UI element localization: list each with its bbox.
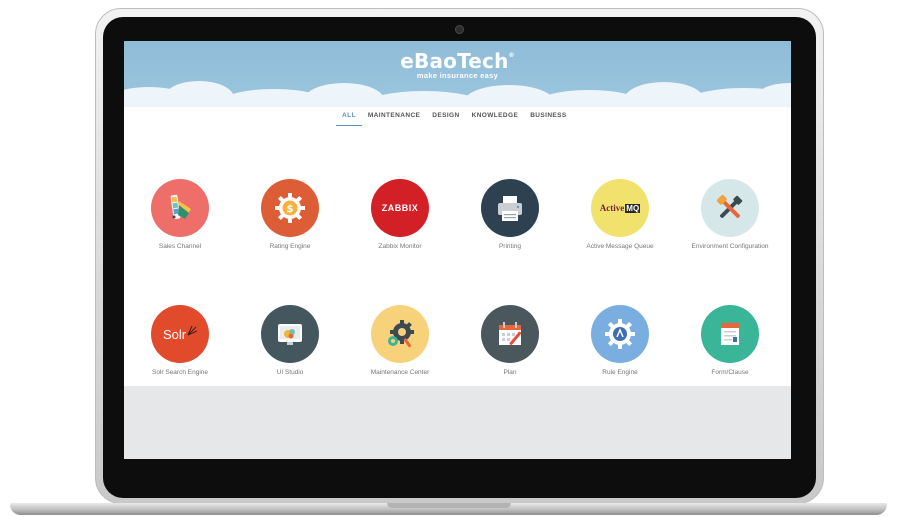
gears-icon bbox=[371, 305, 429, 363]
brand-logo[interactable]: eBaoTech® bbox=[124, 49, 791, 73]
solr-logo: Solr bbox=[151, 305, 209, 363]
app-printing[interactable]: Printing bbox=[460, 179, 560, 250]
app-label: Rating Engine bbox=[269, 243, 311, 250]
tab-knowledge[interactable]: KNOWLEDGE bbox=[466, 112, 525, 126]
app-label: Rule Engine bbox=[602, 369, 638, 376]
app-active-message-queue[interactable]: Active MQ Active Message Queue bbox=[570, 179, 670, 250]
printer-icon bbox=[481, 179, 539, 237]
app-label: Maintenance Center bbox=[370, 369, 430, 376]
document-icon bbox=[701, 305, 759, 363]
svg-text:$: $ bbox=[287, 204, 294, 215]
category-tabs: ALL MAINTENANCE DESIGN KNOWLEDGE BUSINES… bbox=[336, 112, 573, 128]
app-label: Active Message Queue bbox=[586, 243, 654, 250]
header-banner: eBaoTech® make insurance easy bbox=[124, 41, 791, 107]
app-zabbix-monitor[interactable]: ZABBIX Zabbix Monitor bbox=[350, 179, 450, 250]
camera-icon bbox=[455, 25, 464, 34]
brand-tagline: make insurance easy bbox=[416, 71, 499, 80]
app-label: UI Studio bbox=[276, 369, 304, 376]
zabbix-logo: ZABBIX bbox=[371, 179, 429, 237]
app-form-clause[interactable]: Form/Clause bbox=[680, 305, 780, 376]
app-label: Form/Clause bbox=[711, 369, 749, 376]
app-rating-engine[interactable]: $ Rating Engine bbox=[240, 179, 340, 250]
laptop-screen: eBaoTech® make insurance easy ALL MAINTE… bbox=[124, 41, 791, 459]
monitor-icon bbox=[261, 305, 319, 363]
app-ui-studio[interactable]: UI Studio bbox=[240, 305, 340, 376]
app-label: Printing bbox=[498, 243, 522, 250]
app-environment-configuration[interactable]: Environment Configuration bbox=[680, 179, 780, 250]
tools-icon bbox=[701, 179, 759, 237]
app-sales-channel[interactable]: Sales Channel bbox=[130, 179, 230, 250]
tab-business[interactable]: BUSINESS bbox=[524, 112, 572, 126]
tab-design[interactable]: DESIGN bbox=[426, 112, 465, 126]
gear-rule-icon bbox=[591, 305, 649, 363]
palette-icon bbox=[151, 179, 209, 237]
app-solr-search-engine[interactable]: Solr Solr Search Engine bbox=[130, 305, 230, 376]
app-label: Zabbix Monitor bbox=[378, 243, 422, 250]
calendar-icon bbox=[481, 305, 539, 363]
tab-all[interactable]: ALL bbox=[336, 112, 362, 126]
app-rule-engine[interactable]: Rule Engine bbox=[570, 305, 670, 376]
gear-dollar-icon: $ bbox=[261, 179, 319, 237]
app-plan[interactable]: Plan bbox=[460, 305, 560, 376]
activemq-logo: Active MQ bbox=[591, 179, 649, 237]
app-label: Sales Channel bbox=[158, 243, 202, 250]
app-maintenance-center[interactable]: Maintenance Center bbox=[350, 305, 450, 376]
tab-maintenance[interactable]: MAINTENANCE bbox=[362, 112, 426, 126]
screen-footer-area bbox=[124, 386, 791, 459]
app-label: Plan bbox=[503, 369, 517, 376]
app-label: Solr Search Engine bbox=[151, 369, 208, 376]
app-label: Environment Configuration bbox=[691, 243, 769, 250]
laptop-notch bbox=[387, 503, 511, 508]
portal-page: eBaoTech® make insurance easy ALL MAINTE… bbox=[124, 41, 791, 386]
